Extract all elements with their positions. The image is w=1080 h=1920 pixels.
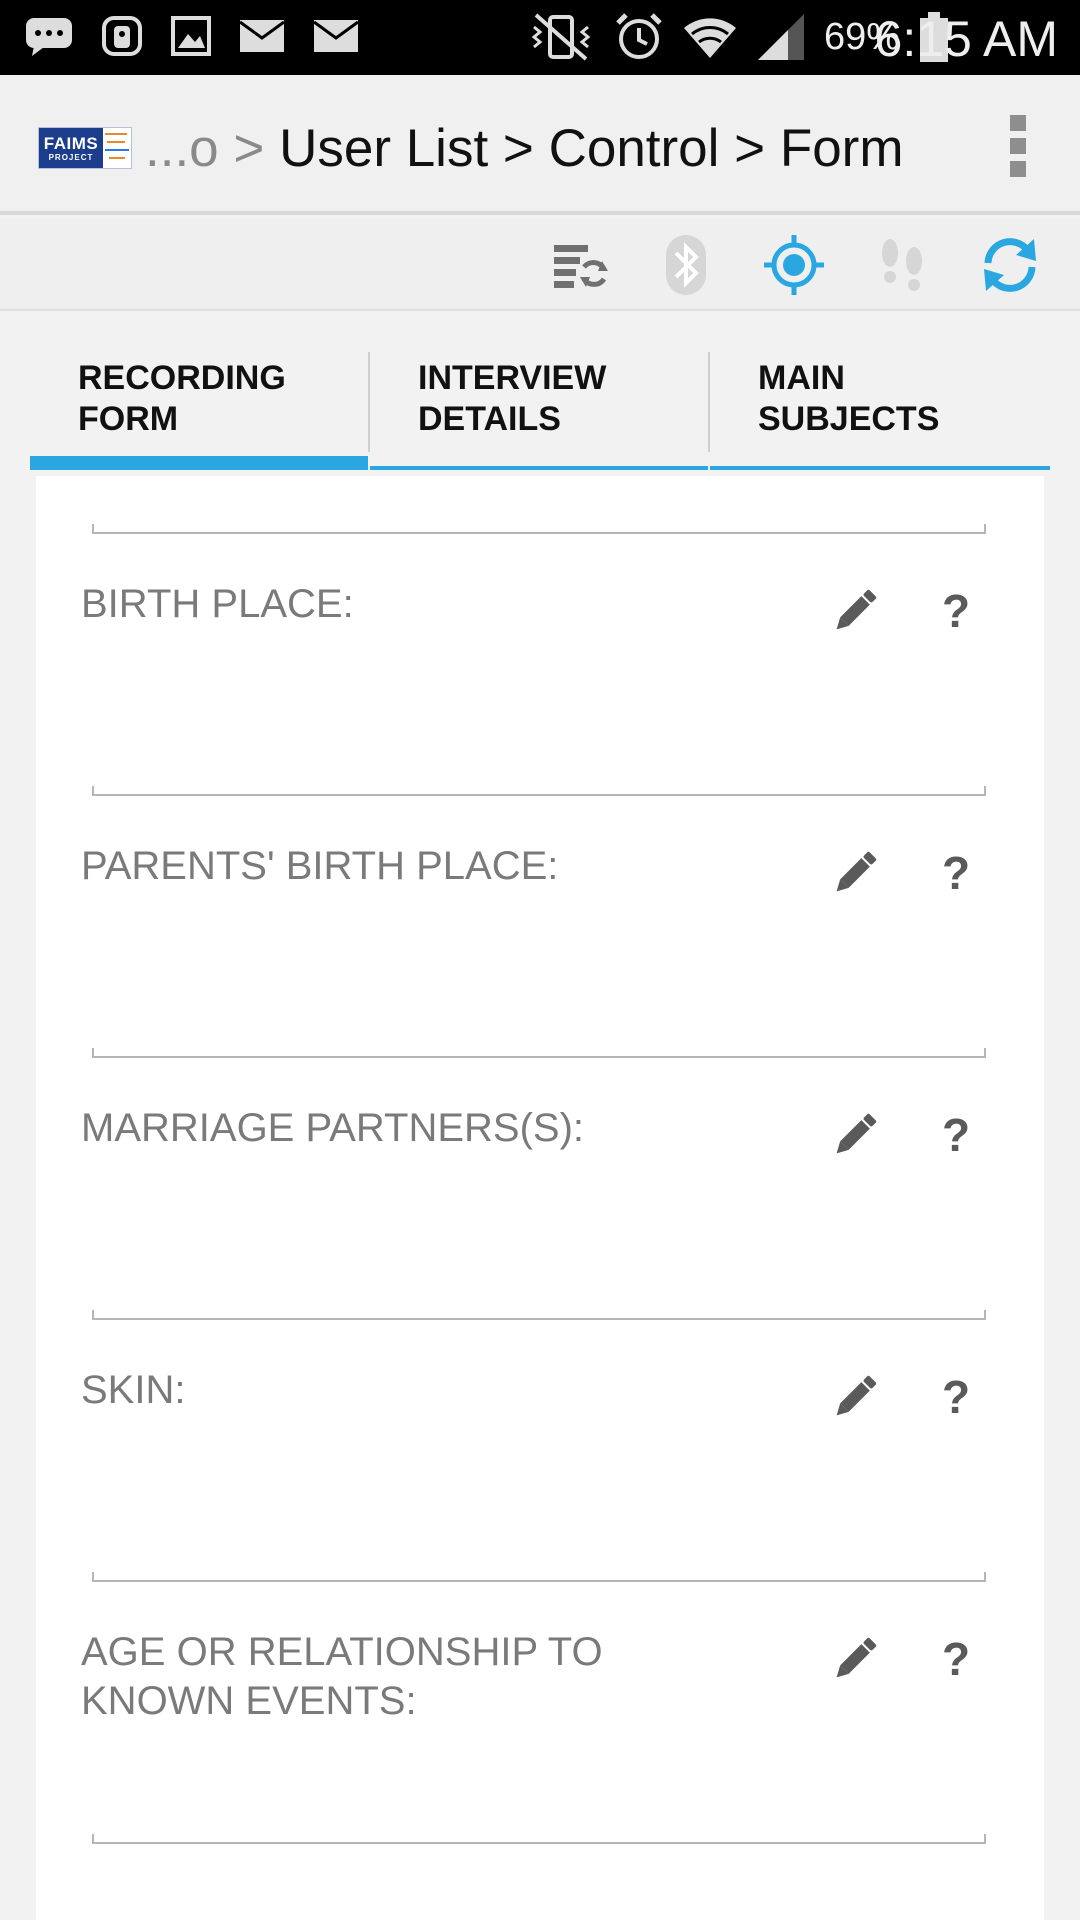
- text-field[interactable]: [92, 1834, 986, 1844]
- wifi-icon: [682, 12, 738, 62]
- logo-text: FAIMS: [43, 133, 99, 153]
- tab-indicator: [710, 466, 1050, 470]
- help-icon[interactable]: ?: [936, 1108, 976, 1162]
- action-bar: FAIMS PROJECT ...o > User List > Control…: [0, 75, 1080, 215]
- tab-indicator: [370, 466, 708, 470]
- chat-icon: [24, 14, 74, 58]
- faims-logo[interactable]: FAIMS PROJECT: [38, 127, 132, 169]
- pencil-icon[interactable]: [828, 584, 882, 638]
- mute-vibrate-icon: [526, 11, 596, 63]
- image-icon: [170, 14, 212, 58]
- sync-list-icon[interactable]: [546, 233, 610, 297]
- field-label-age-or-relationship: AGE OR RELATIONSHIP TO KNOWN EVENTS:: [81, 1630, 603, 1723]
- pencil-icon[interactable]: [828, 846, 882, 900]
- breadcrumb-truncated[interactable]: ...o >: [145, 119, 279, 178]
- help-icon[interactable]: ?: [936, 584, 976, 638]
- tab-label: MAIN SUBJECTS: [758, 359, 940, 438]
- gps-icon[interactable]: [762, 233, 826, 297]
- tab-interview-details[interactable]: INTERVIEW DETAILS: [370, 340, 708, 470]
- mail-icon: [312, 16, 360, 56]
- bluetooth-icon[interactable]: [654, 233, 718, 297]
- clock: 6:15 AM: [874, 11, 1058, 67]
- help-icon[interactable]: ?: [936, 1370, 976, 1424]
- field-label-skin: SKIN:: [81, 1368, 186, 1412]
- form-scroll-area[interactable]: BIRTH PLACE: ? PARENTS' BIRTH PLACE: ? M…: [36, 476, 1044, 1920]
- text-field[interactable]: [92, 1048, 986, 1058]
- signal-icon: [756, 12, 806, 62]
- breadcrumb-path: User List > Control > Form: [279, 119, 904, 178]
- app-icon: [100, 14, 144, 58]
- pencil-icon[interactable]: [828, 1108, 882, 1162]
- pencil-icon[interactable]: [828, 1370, 882, 1424]
- text-field[interactable]: [92, 524, 986, 534]
- breadcrumb: ...o > User List > Control > Form: [145, 118, 903, 179]
- help-icon[interactable]: ?: [936, 1632, 976, 1686]
- field-label-marriage-partners: MARRIAGE PARTNERS(S):: [81, 1106, 585, 1150]
- tab-main-subjects[interactable]: MAIN SUBJECTS: [710, 340, 1050, 470]
- alarm-icon: [614, 11, 664, 63]
- tab-label: RECORDING FORM: [78, 359, 286, 438]
- text-field[interactable]: [92, 1572, 986, 1582]
- logo-subtext: PROJECT: [48, 152, 94, 162]
- text-field[interactable]: [92, 1310, 986, 1320]
- overflow-menu-icon[interactable]: [1004, 115, 1032, 177]
- sync-icon[interactable]: [978, 233, 1042, 297]
- tab-indicator: [30, 456, 368, 470]
- toolbar: [0, 219, 1080, 311]
- field-label-birth-place: BIRTH PLACE:: [81, 582, 354, 626]
- tab-bar: RECORDING FORM INTERVIEW DETAILS MAIN SU…: [30, 340, 1050, 470]
- tab-recording-form[interactable]: RECORDING FORM: [30, 340, 368, 470]
- field-label-parents-birth-place: PARENTS' BIRTH PLACE:: [81, 844, 559, 888]
- tracking-icon[interactable]: [870, 233, 934, 297]
- help-icon[interactable]: ?: [936, 846, 976, 900]
- text-field[interactable]: [92, 786, 986, 796]
- tab-label: INTERVIEW DETAILS: [418, 359, 607, 438]
- mail-icon: [238, 16, 286, 56]
- pencil-icon[interactable]: [828, 1632, 882, 1686]
- status-bar: 69% 6:15 AM: [0, 0, 1080, 75]
